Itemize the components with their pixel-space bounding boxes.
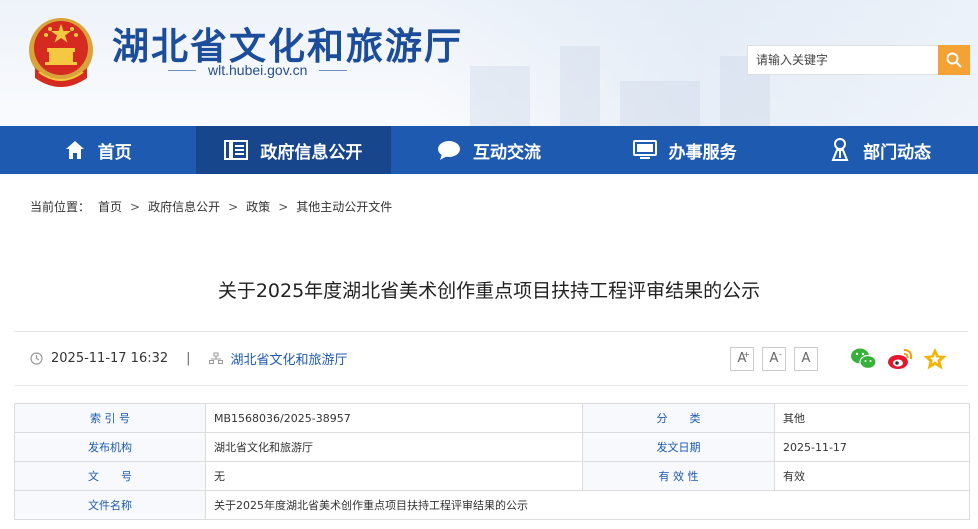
index-number-label: 索 引 号 <box>14 403 206 433</box>
file-name-label: 文件名称 <box>14 490 206 520</box>
breadcrumb-separator: > <box>228 199 239 214</box>
search-box <box>747 45 970 75</box>
table-row: 文 号 无 有 效 性 有效 <box>14 461 970 491</box>
table-row: 索 引 号 MB1568036/2025-38957 分 类 其他 <box>14 403 970 433</box>
table-row: 文件名称 关于2025年度湖北省美术创作重点项目扶持工程评审结果的公示 <box>14 490 970 520</box>
speech-bubble-icon <box>437 141 460 160</box>
document-number-label: 文 号 <box>14 461 206 491</box>
national-emblem-logo <box>29 18 93 87</box>
breadcrumb-link[interactable]: 首页 <box>98 198 122 215</box>
publisher-value: 湖北省文化和旅游厅 <box>205 432 583 462</box>
file-name-value: 关于2025年度湖北省美术创作重点项目扶持工程评审结果的公示 <box>205 490 970 520</box>
search-icon <box>946 52 962 68</box>
font-size-increase-button[interactable]: A + <box>730 346 754 371</box>
breadcrumb: 当前位置： 首页 > 政府信息公开 > 政策 > 其他主动公开文件 <box>30 198 392 215</box>
weibo-share-icon[interactable] <box>886 347 914 371</box>
breadcrumb-separator: > <box>278 199 289 214</box>
category-value: 其他 <box>774 403 970 433</box>
article-source: 湖北省文化和旅游厅 <box>230 353 348 368</box>
document-number-value: 无 <box>205 461 583 491</box>
breadcrumb-link[interactable]: 政策 <box>246 198 270 215</box>
breadcrumb-link[interactable]: 其他主动公开文件 <box>296 198 392 215</box>
article-title: 关于2025年度湖北省美术创作重点项目扶持工程评审结果的公示 <box>217 280 761 302</box>
font-size-decrease-button[interactable]: A- <box>762 346 786 371</box>
clock-icon <box>30 352 43 365</box>
table-row: 发布机构 湖北省文化和旅游厅 发文日期 2025-11-17 <box>14 432 970 462</box>
article-tools: A + A- A <box>730 346 968 371</box>
article-meta-bar: 2025-11-17 16:32 | 湖北省文化和旅游厅 A + A- A <box>14 331 968 386</box>
font-size-default-button[interactable]: A <box>794 346 818 371</box>
issue-date-value: 2025-11-17 <box>774 432 970 462</box>
issue-date-label: 发文日期 <box>582 432 775 462</box>
validity-label: 有 效 性 <box>582 461 775 491</box>
nav-item-interaction[interactable]: 互动交流 <box>391 126 587 174</box>
publish-datetime: 2025-11-17 16:32 <box>51 351 169 366</box>
search-button[interactable] <box>938 45 970 75</box>
wechat-share-icon[interactable] <box>850 347 878 371</box>
monitor-icon <box>632 140 657 159</box>
favorite-star-icon[interactable] <box>922 347 948 371</box>
nav-item-label: 政府信息公开 <box>260 142 363 163</box>
organization-icon <box>208 352 223 364</box>
person-icon <box>831 138 849 161</box>
breadcrumb-prefix: 当前位置： <box>30 200 91 214</box>
document-info-table: 索 引 号 MB1568036/2025-38957 分 类 其他 发布机构 湖… <box>14 403 970 520</box>
document-list-icon <box>224 140 249 160</box>
site-url-line: wlt.hubei.gov.cn <box>168 62 348 78</box>
nav-item-label: 互动交流 <box>472 142 541 163</box>
nav-item-label: 部门动态 <box>863 142 932 163</box>
breadcrumb-separator: > <box>130 199 141 214</box>
validity-value: 有效 <box>774 461 970 491</box>
nav-item-label: 首页 <box>97 142 132 163</box>
site-url: wlt.hubei.gov.cn <box>208 62 308 78</box>
article-meta: 2025-11-17 16:32 | 湖北省文化和旅游厅 <box>14 349 348 368</box>
search-input[interactable] <box>747 45 938 75</box>
nav-item-services[interactable]: 办事服务 <box>587 126 783 174</box>
publisher-label: 发布机构 <box>14 432 206 462</box>
main-nav: 首页 政府信息公开 互动交流 办事服务 部门动态 <box>0 126 978 174</box>
nav-item-label: 办事服务 <box>668 142 737 163</box>
category-label: 分 类 <box>582 403 775 433</box>
nav-item-department-news[interactable]: 部门动态 <box>782 126 978 174</box>
site-header: 湖北省文化和旅游厅 wlt.hubei.gov.cn <box>0 0 978 126</box>
index-number-value: MB1568036/2025-38957 <box>205 403 583 433</box>
nav-item-home[interactable]: 首页 <box>0 126 196 174</box>
nav-item-gov-info[interactable]: 政府信息公开 <box>195 126 392 174</box>
home-icon <box>65 141 84 159</box>
breadcrumb-link[interactable]: 政府信息公开 <box>148 198 220 215</box>
